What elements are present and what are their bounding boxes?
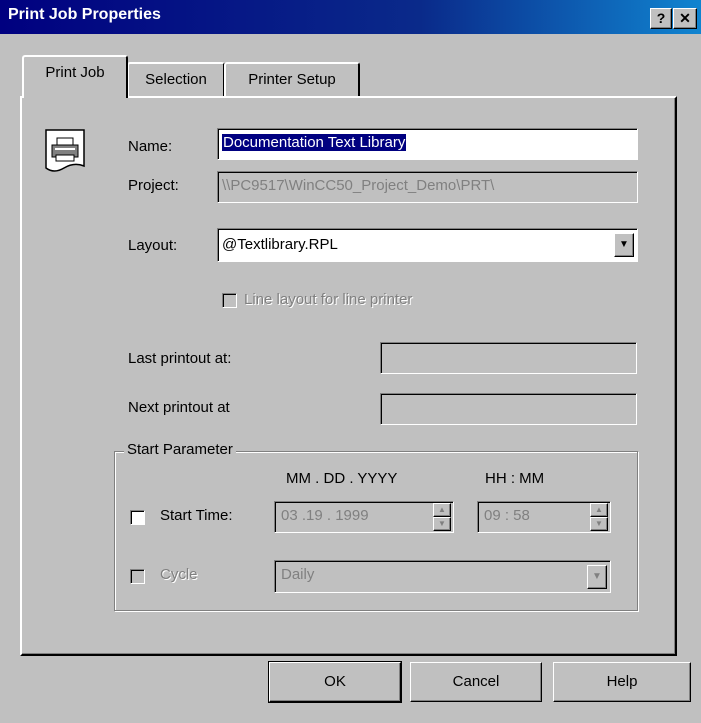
project-label: Project: <box>128 177 179 194</box>
line-layout-label: Line layout for line printer <box>244 291 413 308</box>
name-value: Documentation Text Library <box>222 134 407 151</box>
name-label: Name: <box>128 138 173 155</box>
start-parameter-label: Start Parameter <box>124 441 236 458</box>
cycle-select: Daily ▼ <box>274 560 611 593</box>
ok-button[interactable]: OK <box>268 661 402 703</box>
help-icon[interactable]: ? <box>650 8 672 29</box>
date-field: 03 .19 . 1999 <box>274 501 454 533</box>
printer-icon <box>44 128 88 174</box>
chevron-down-icon[interactable]: ▼ <box>614 233 634 257</box>
layout-select[interactable]: @Textlibrary.RPL ▼ <box>217 228 638 262</box>
time-spin-down-icon: ▼ <box>590 517 608 531</box>
name-input[interactable]: Documentation Text Library <box>217 128 638 160</box>
last-printout-label: Last printout at: <box>128 350 232 367</box>
next-printout-label: Next printout at <box>128 399 230 416</box>
cancel-button[interactable]: Cancel <box>410 662 542 702</box>
layout-label: Layout: <box>128 237 178 254</box>
tab-print-job[interactable]: Print Job <box>22 55 128 98</box>
date-format-label: MM . DD . YYYY <box>286 470 398 487</box>
last-printout-field <box>380 342 637 374</box>
close-icon[interactable]: ✕ <box>673 8 697 29</box>
line-layout-checkbox <box>222 293 237 308</box>
tab-printer-setup[interactable]: Printer Setup <box>224 62 360 96</box>
cycle-value: Daily <box>281 566 315 583</box>
window-title: Print Job Properties <box>8 6 161 23</box>
start-time-checkbox[interactable] <box>130 510 145 525</box>
chevron-down-icon: ▼ <box>587 565 607 589</box>
cycle-label: Cycle <box>160 566 198 583</box>
time-format-label: HH : MM <box>485 470 545 487</box>
next-printout-field <box>380 393 637 425</box>
time-spin-up-icon: ▲ <box>590 503 608 517</box>
layout-value: @Textlibrary.RPL <box>222 236 338 253</box>
help-button[interactable]: Help <box>553 662 691 702</box>
date-spin-up-icon: ▲ <box>433 503 451 517</box>
cycle-checkbox <box>130 569 145 584</box>
tab-selection[interactable]: Selection <box>127 62 225 96</box>
date-spin-down-icon: ▼ <box>433 517 451 531</box>
project-field: \\PC9517\WinCC50_Project_Demo\PRT\ <box>217 171 638 203</box>
title-bar: Print Job Properties ? ✕ <box>0 0 701 34</box>
start-time-label: Start Time: <box>160 507 233 524</box>
